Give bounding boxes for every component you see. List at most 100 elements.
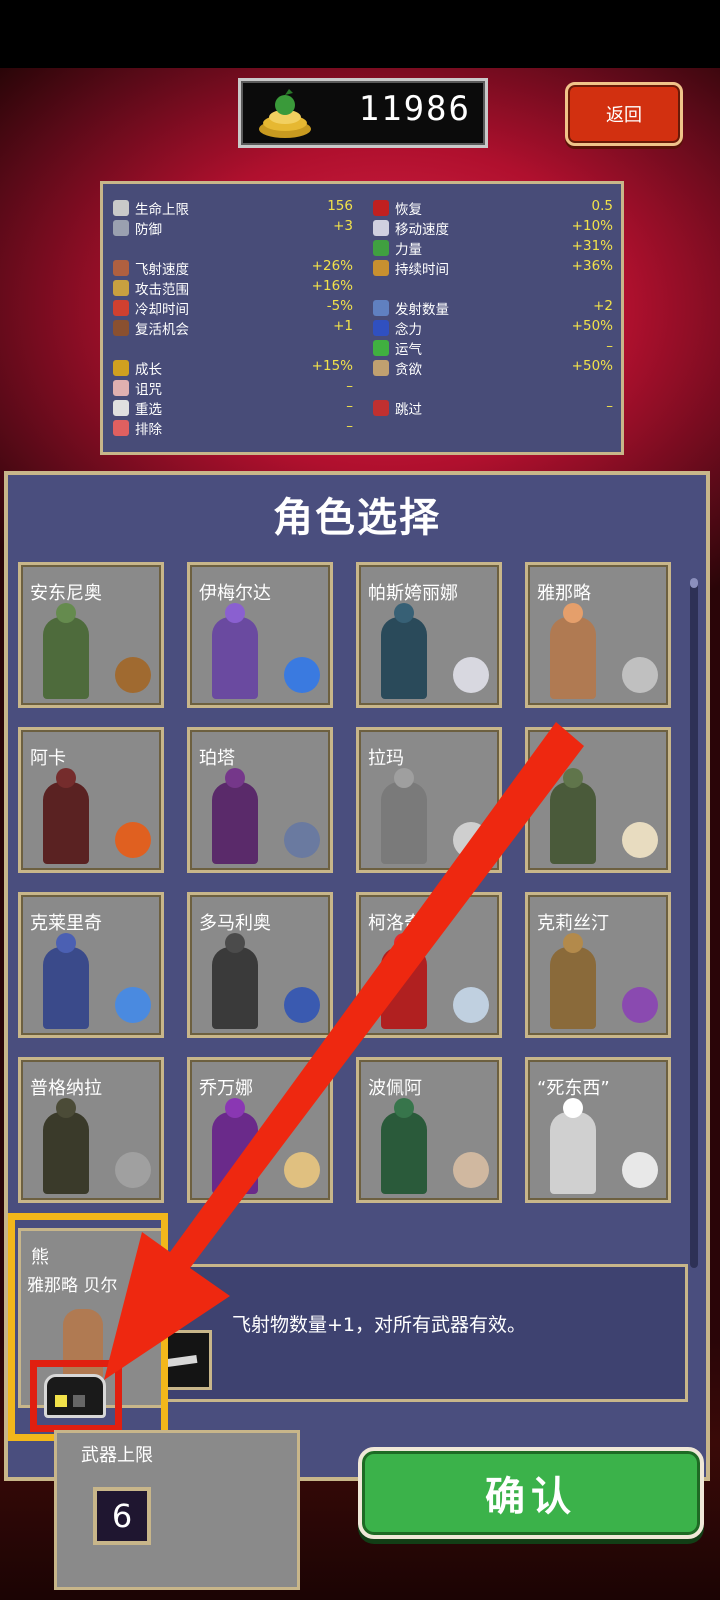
character-sprite [381, 782, 427, 864]
character-card[interactable]: 柯洛奇 [356, 892, 502, 1038]
starting-weapon-icon [453, 822, 489, 858]
character-sprite [550, 782, 596, 864]
stat-value: – [346, 378, 353, 394]
stat-row: 防御 +3 [113, 218, 353, 238]
amount-icon [373, 300, 389, 316]
character-name: 克莱里奇 [30, 913, 102, 934]
character-card[interactable] [525, 727, 671, 873]
stat-value: +2 [593, 298, 613, 314]
panel-title: 角色选择 [273, 495, 441, 541]
character-card[interactable]: 珀塔 [187, 727, 333, 873]
character-card[interactable]: 安东尼奥 [18, 562, 164, 708]
stat-label: 飞射速度 [135, 262, 189, 278]
character-name: 安东尼奥 [30, 583, 102, 604]
stat-row: 成长 +15% [113, 358, 353, 378]
character-card[interactable]: 多马利奥 [187, 892, 333, 1038]
stat-row: 重选 – [113, 398, 353, 418]
stat-row: 复活机会 +1 [113, 318, 353, 338]
character-card[interactable]: 克莱里奇 [18, 892, 164, 1038]
character-description: 飞射物数量+1，对所有武器有效。 [232, 1314, 527, 1336]
character-card[interactable]: 伊梅尔达 [187, 562, 333, 708]
stat-row: 冷却时间 -5% [113, 298, 353, 318]
stat-row: 持续时间 +36% [373, 258, 613, 278]
starting-weapon-icon [453, 987, 489, 1023]
might-icon [373, 240, 389, 256]
stat-row: 贪欲 +50% [373, 358, 613, 378]
heart-icon [113, 200, 129, 216]
character-sprite [550, 617, 596, 699]
starting-weapon-icon [115, 657, 151, 693]
stats-panel: 生命上限 156 防御 +3 飞射速度 +26% 攻击范围 +16% 冷却时间 -5% 复活机会 +1… [100, 181, 624, 455]
stat-row: 发射数量 +2 [373, 298, 613, 318]
stat-label: 防御 [135, 222, 162, 238]
character-sprite [43, 1112, 89, 1194]
revival-icon [113, 320, 129, 336]
stat-label: 发射数量 [395, 302, 449, 318]
highlight-box-yellow [8, 1213, 168, 1441]
stat-label: 排除 [135, 422, 162, 438]
stat-value: +1 [333, 318, 353, 334]
character-sprite [212, 947, 258, 1029]
character-card[interactable]: 雅那略 [525, 562, 671, 708]
stat-value: – [606, 398, 613, 414]
stat-label: 移动速度 [395, 222, 449, 238]
stat-row: 诅咒 – [113, 378, 353, 398]
character-name: “死东西” [537, 1078, 610, 1099]
character-card[interactable]: 克莉丝汀 [525, 892, 671, 1038]
stat-label: 诅咒 [135, 382, 162, 398]
character-card[interactable]: 拉玛 [356, 727, 502, 873]
stat-value: – [346, 418, 353, 434]
stat-value: -5% [326, 298, 353, 314]
stat-row: 力量 +31% [373, 238, 613, 258]
character-card[interactable]: 帕斯姱丽娜 [356, 562, 502, 708]
stat-value: +31% [571, 238, 613, 254]
stat-row: 移动速度 +10% [373, 218, 613, 238]
stat-row: 排除 – [113, 418, 353, 438]
character-name: 柯洛奇 [368, 913, 422, 934]
scrollbar[interactable] [690, 578, 698, 1268]
character-name: 乔万娜 [199, 1078, 253, 1099]
weapon-limit-panel: 武器上限 6 [54, 1430, 300, 1590]
character-sprite [212, 782, 258, 864]
character-sprite [43, 947, 89, 1029]
starting-weapon-icon [284, 822, 320, 858]
stat-label: 持续时间 [395, 262, 449, 278]
character-name: 普格纳拉 [30, 1078, 102, 1099]
stat-value: +36% [571, 258, 613, 274]
stat-value: +50% [571, 318, 613, 334]
starting-weapon-icon [622, 822, 658, 858]
character-name: 波佩阿 [368, 1078, 422, 1099]
character-sprite [212, 1112, 258, 1194]
starting-weapon-icon [622, 1152, 658, 1188]
character-sprite [381, 617, 427, 699]
scrollbar-thumb[interactable] [690, 578, 698, 588]
stat-label: 贪欲 [395, 362, 422, 378]
character-card[interactable]: 阿卡 [18, 727, 164, 873]
cooldown-icon [113, 300, 129, 316]
character-sprite [381, 947, 427, 1029]
greed-icon [373, 360, 389, 376]
starting-weapon-icon [453, 1152, 489, 1188]
recovery-icon [373, 200, 389, 216]
back-button[interactable]: 返回 [565, 82, 683, 146]
stat-label: 念力 [395, 322, 422, 338]
character-name: 雅那略 [537, 583, 591, 604]
skip-icon [373, 400, 389, 416]
character-card[interactable]: “死东西” [525, 1057, 671, 1203]
character-card[interactable]: 乔万娜 [187, 1057, 333, 1203]
stat-row: 飞射速度 +26% [113, 258, 353, 278]
stat-value: +15% [311, 358, 353, 374]
coin-counter: 11986 [238, 78, 488, 148]
character-card[interactable]: 波佩阿 [356, 1057, 502, 1203]
stat-label: 冷却时间 [135, 302, 189, 318]
stat-value: – [606, 338, 613, 354]
character-sprite [550, 1112, 596, 1194]
stat-row: 念力 +50% [373, 318, 613, 338]
starting-weapon-icon [622, 657, 658, 693]
confirm-button[interactable]: 确认 [358, 1447, 704, 1539]
starting-weapon-icon [115, 1152, 151, 1188]
character-card[interactable]: 普格纳拉 [18, 1057, 164, 1203]
stat-value: +50% [571, 358, 613, 374]
starting-weapon-icon [284, 657, 320, 693]
character-name: 拉玛 [368, 748, 404, 769]
